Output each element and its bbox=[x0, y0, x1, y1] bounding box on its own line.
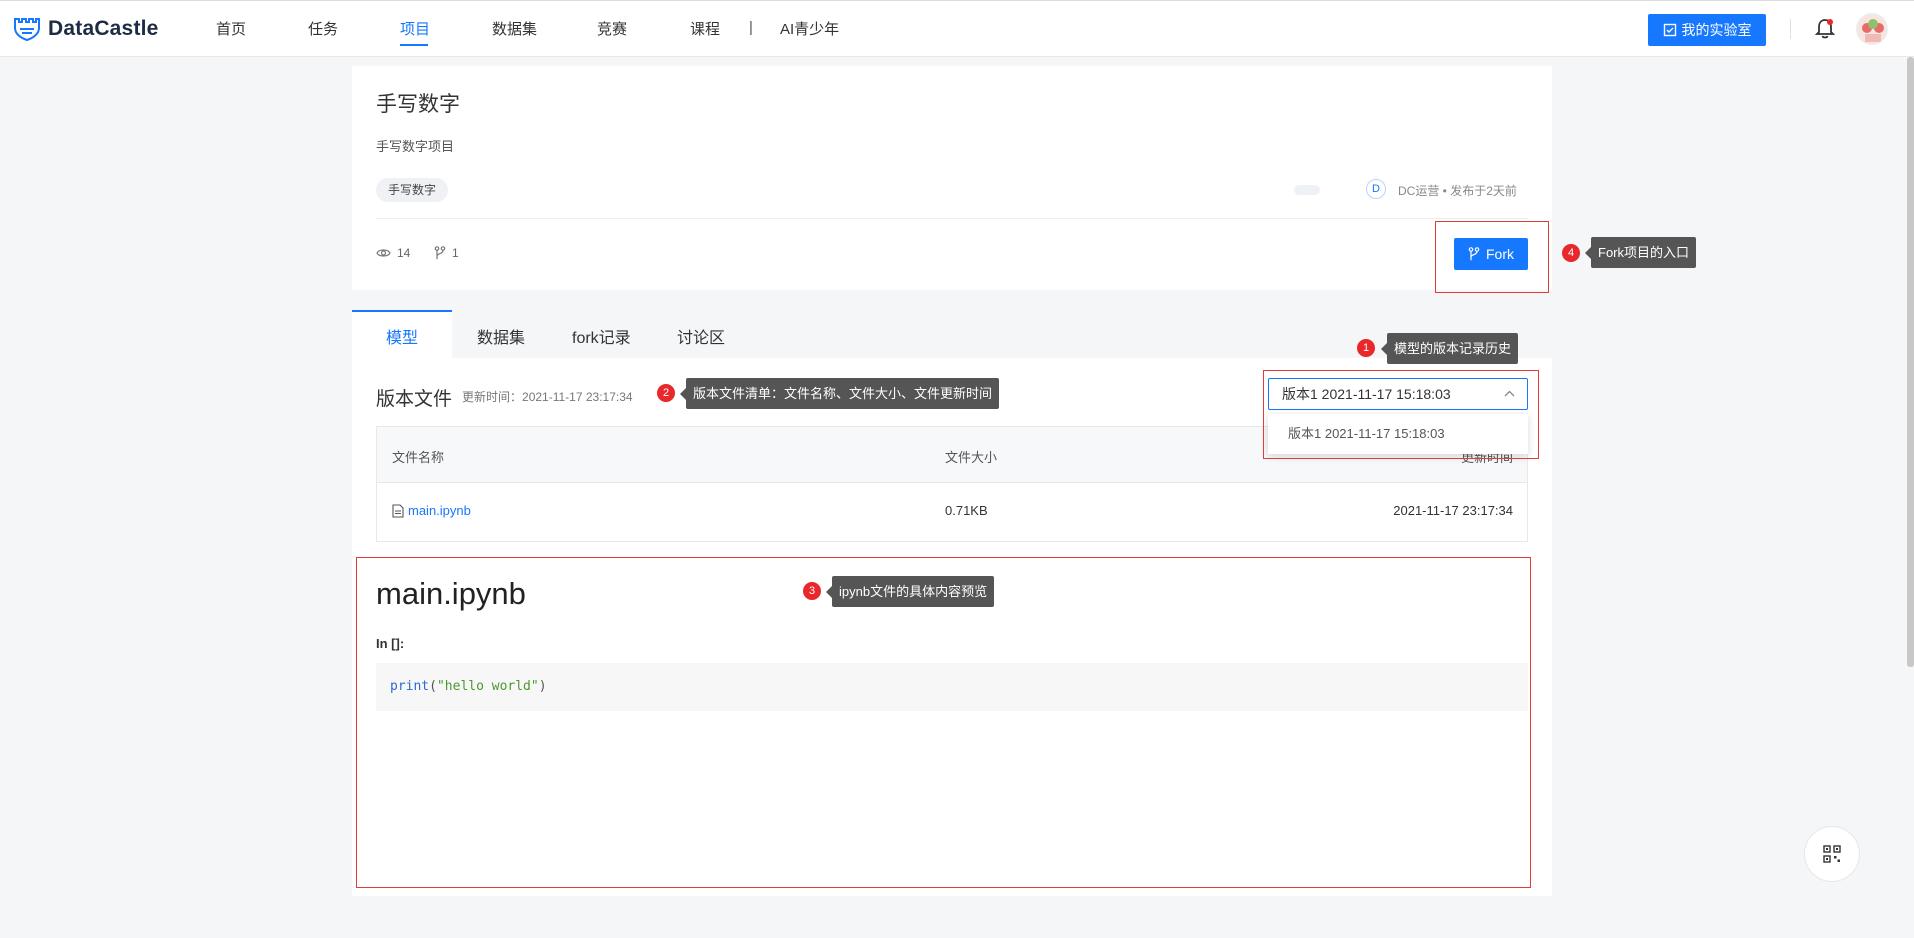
annotation-badge-1: 1 bbox=[1357, 339, 1375, 357]
forks-stat: 1 bbox=[434, 246, 459, 260]
nav-home[interactable]: 首页 bbox=[216, 18, 246, 39]
annotation-badge-4: 4 bbox=[1562, 244, 1580, 262]
nav-separator: | bbox=[749, 19, 753, 36]
qr-code-icon bbox=[1823, 845, 1841, 863]
author-avatar[interactable]: D bbox=[1366, 179, 1386, 199]
annotation-badge-2: 2 bbox=[657, 384, 675, 402]
annotation-box-fork bbox=[1435, 221, 1549, 293]
annotation-tooltip-4: Fork项目的入口 bbox=[1584, 237, 1697, 268]
lab-icon bbox=[1663, 23, 1676, 37]
updated-label: 更新时间： bbox=[462, 390, 523, 404]
updated-time: 更新时间：2021-11-17 23:17:34 bbox=[462, 388, 633, 405]
page-scrollbar[interactable] bbox=[1907, 57, 1914, 667]
nav-ai-youth[interactable]: AI青少年 bbox=[780, 18, 839, 39]
annotation-box-version bbox=[1263, 370, 1539, 459]
column-header-name: 文件名称 bbox=[392, 450, 445, 465]
annotation-tooltip-3: ipynb文件的具体内容预览 bbox=[825, 576, 995, 607]
tab-datasets[interactable]: 数据集 bbox=[477, 324, 525, 348]
eye-icon bbox=[376, 249, 391, 257]
file-size: 0.71KB bbox=[945, 503, 988, 518]
logo[interactable]: DataCastle bbox=[14, 15, 159, 43]
project-info-card: 手写数字 手写数字项目 手写数字 D DC运营 • 发布于2天前 14 1 bbox=[352, 66, 1552, 290]
qr-code-button[interactable] bbox=[1804, 826, 1860, 882]
nav-active-underline bbox=[400, 44, 428, 46]
my-lab-button[interactable]: 我的实验室 bbox=[1648, 14, 1766, 46]
forks-count: 1 bbox=[452, 246, 459, 260]
nav-datasets[interactable]: 数据集 bbox=[492, 18, 537, 39]
annotation-tooltip-1: 模型的版本记录历史 bbox=[1380, 333, 1519, 364]
nav-competitions[interactable]: 竞赛 bbox=[597, 18, 627, 39]
project-title: 手写数字 bbox=[376, 93, 460, 116]
header-divider bbox=[1790, 19, 1791, 39]
views-count: 14 bbox=[397, 246, 411, 260]
updated-value: 2021-11-17 23:17:34 bbox=[522, 390, 633, 404]
project-description: 手写数字项目 bbox=[376, 139, 455, 154]
nav-courses[interactable]: 课程 bbox=[690, 18, 720, 39]
tab-discussion[interactable]: 讨论区 bbox=[677, 324, 725, 348]
decorative-pill bbox=[1294, 185, 1320, 195]
file-name: main.ipynb bbox=[408, 503, 471, 518]
project-tag[interactable]: 手写数字 bbox=[376, 178, 449, 202]
fork-icon bbox=[434, 246, 446, 260]
author-publish-info: DC运营 • 发布于2天前 bbox=[1398, 184, 1517, 198]
tab-fork-records[interactable]: fork记录 bbox=[572, 324, 631, 348]
column-header-size: 文件大小 bbox=[945, 450, 998, 465]
user-avatar[interactable] bbox=[1856, 13, 1888, 45]
file-link[interactable]: main.ipynb bbox=[392, 503, 471, 518]
file-icon bbox=[392, 503, 404, 518]
castle-logo-icon bbox=[14, 18, 40, 41]
annotation-badge-3: 3 bbox=[803, 582, 821, 600]
views-stat: 14 bbox=[376, 246, 410, 260]
card-divider bbox=[376, 218, 1528, 219]
annotation-tooltip-2: 版本文件清单：文件名称、文件大小、文件更新时间 bbox=[679, 378, 1000, 409]
tab-model[interactable]: 模型 bbox=[386, 324, 418, 348]
nav-projects[interactable]: 项目 bbox=[400, 18, 430, 39]
my-lab-label: 我的实验室 bbox=[1681, 22, 1752, 38]
file-updated: 2021-11-17 23:17:34 bbox=[1393, 503, 1513, 518]
nav-tasks[interactable]: 任务 bbox=[308, 18, 338, 39]
top-header: DataCastle 首页 任务 项目 数据集 竞赛 课程 | AI青少年 我的… bbox=[0, 0, 1914, 57]
version-files-title: 版本文件 bbox=[376, 389, 453, 410]
logo-text: DataCastle bbox=[48, 17, 159, 40]
notification-bell-icon[interactable] bbox=[1814, 17, 1836, 41]
